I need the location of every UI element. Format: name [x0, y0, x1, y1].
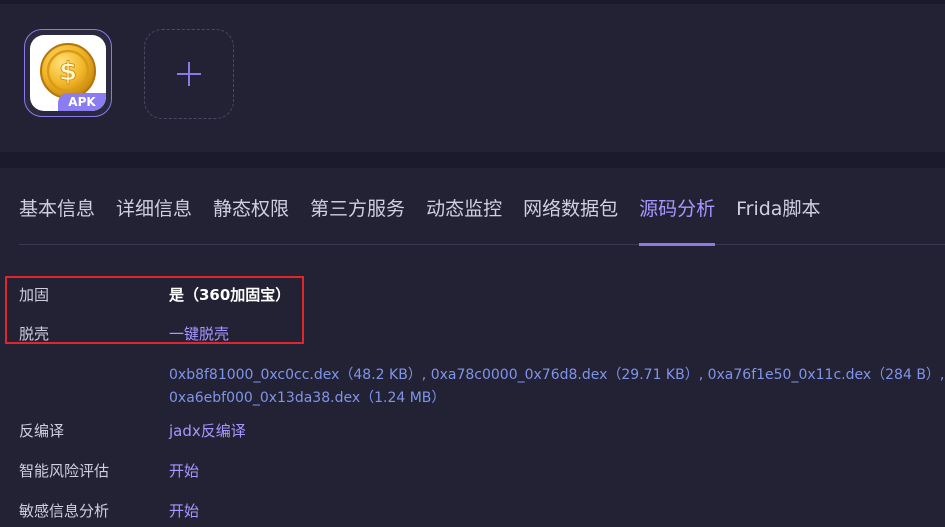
tab-frida-script[interactable]: Frida脚本 [736, 168, 820, 245]
tab-static-permissions[interactable]: 静态权限 [213, 168, 289, 245]
add-app-button[interactable] [144, 29, 234, 119]
app-header-panel: $ APK [0, 0, 945, 152]
app-icon: $ APK [30, 35, 106, 111]
analysis-panel: 基本信息 详细信息 静态权限 第三方服务 动态监控 网络数据包 源码分析 Fri… [0, 168, 945, 527]
svg-text:$: $ [59, 57, 77, 87]
decompile-label: 反编译 [19, 422, 65, 440]
sensitive-info-start-link[interactable]: 开始 [169, 500, 199, 521]
tab-dynamic-monitoring[interactable]: 动态监控 [426, 168, 502, 245]
highlight-box [5, 276, 304, 344]
tab-third-party-services[interactable]: 第三方服务 [310, 168, 405, 245]
tab-detail-info[interactable]: 详细信息 [116, 168, 192, 245]
jadx-decompile-link[interactable]: jadx反编译 [169, 420, 246, 441]
dex-file-list-line-1[interactable]: 0xb8f81000_0xc0cc.dex（48.2 KB）, 0xa78c00… [169, 364, 944, 384]
app-tile[interactable]: $ APK [24, 29, 112, 117]
plus-icon [177, 62, 201, 86]
dex-file-list-line-2[interactable]: 0xa6ebf000_0x13da38.dex（1.24 MB） [169, 387, 445, 407]
sensitive-info-label: 敏感信息分析 [19, 502, 110, 520]
tab-bar: 基本信息 详细信息 静态权限 第三方服务 动态监控 网络数据包 源码分析 Fri… [19, 168, 945, 246]
risk-assessment-label: 智能风险评估 [19, 462, 110, 480]
tab-source-analysis[interactable]: 源码分析 [639, 168, 716, 246]
gold-coin-dollar-icon: $ [40, 43, 96, 99]
apk-badge: APK [58, 93, 106, 111]
tab-basic-info[interactable]: 基本信息 [19, 168, 95, 245]
tab-network-packets[interactable]: 网络数据包 [523, 168, 618, 245]
risk-assessment-start-link[interactable]: 开始 [169, 460, 199, 481]
